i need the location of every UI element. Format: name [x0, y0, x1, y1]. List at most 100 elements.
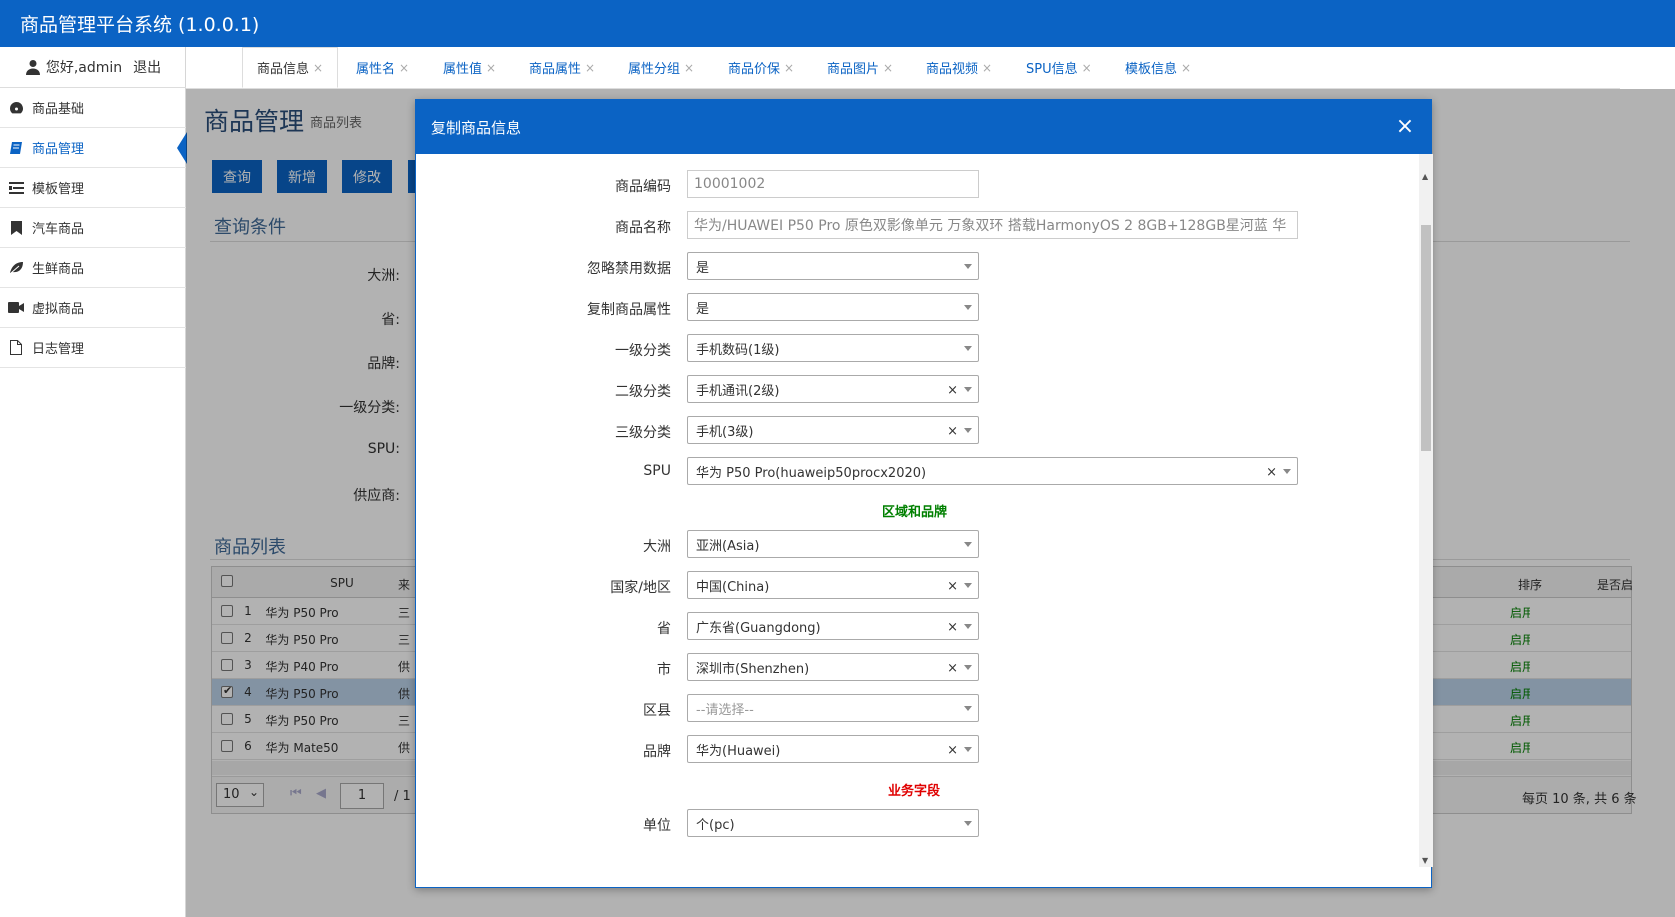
label-cat3: 三级分类 — [615, 425, 671, 441]
sidebar-item-label: 虚拟商品 — [32, 302, 85, 317]
tab-goods-video[interactable]: 商品视频 × — [926, 47, 992, 88]
copy-goods-dialog: 复制商品信息 × 商品编码 10001002 商品名称 华为/HUAWEI P5… — [415, 99, 1433, 888]
brand-select[interactable]: 华为(Huawei) × — [687, 735, 979, 763]
sidebar-item-virtual-goods[interactable]: 虚拟商品 — [0, 288, 186, 328]
close-icon[interactable]: × — [1082, 61, 1092, 75]
continent-select[interactable]: 亚洲(Asia) — [687, 530, 979, 558]
cat2-select[interactable]: 手机通讯(2级) × — [687, 375, 979, 403]
scrollbar-thumb[interactable] — [1421, 225, 1431, 451]
tab-template-info[interactable]: 模板信息 × — [1125, 47, 1191, 88]
cat1-select[interactable]: 手机数码(1级) — [687, 334, 979, 362]
select-value: 中国(China) — [696, 579, 770, 595]
clear-icon[interactable]: × — [947, 620, 958, 635]
dialog-body: 商品编码 10001002 商品名称 华为/HUAWEI P50 Pro 原色双… — [416, 154, 1419, 867]
tab-label: 商品图片 — [827, 62, 880, 77]
sidebar-item-goods-base[interactable]: 商品基础 — [0, 88, 186, 128]
province-select[interactable]: 广东省(Guangdong) × — [687, 612, 979, 640]
label-spu: SPU — [643, 463, 671, 479]
tab-attr-name[interactable]: 属性名 × — [356, 47, 409, 88]
unit-select[interactable]: 个(pc) — [687, 809, 979, 837]
close-icon[interactable]: × — [313, 61, 323, 75]
select-value: 手机通讯(2级) — [696, 383, 780, 399]
bookmark-icon — [8, 220, 24, 235]
dropdown-arrow-icon — [964, 747, 972, 752]
tab-label: 商品视频 — [926, 62, 979, 77]
dropdown-arrow-icon — [964, 264, 972, 269]
select-value: 是 — [696, 260, 710, 276]
sidebar-item-label: 商品基础 — [32, 102, 85, 117]
file-icon — [8, 340, 24, 355]
goods-name-input[interactable]: 华为/HUAWEI P50 Pro 原色双影像单元 万象双环 搭载Harmony… — [687, 211, 1298, 239]
dashboard-icon — [8, 101, 24, 115]
scroll-up-icon[interactable]: ▲ — [1422, 172, 1428, 181]
close-icon[interactable]: × — [1181, 61, 1191, 75]
clear-icon[interactable]: × — [947, 383, 958, 398]
ignore-disabled-select[interactable]: 是 — [687, 252, 979, 280]
dropdown-arrow-icon — [964, 706, 972, 711]
user-icon — [25, 60, 40, 75]
tab-bar: 商品信息 × 属性名 × 属性值 × 商品属性 × 属性分组 × 商品价保 × 商品图片 × … — [186, 47, 1675, 89]
select-value: 亚洲(Asia) — [696, 538, 760, 554]
tab-label: 模板信息 — [1125, 62, 1178, 77]
scroll-down-icon[interactable]: ▼ — [1422, 856, 1428, 865]
label-cat2: 二级分类 — [615, 384, 671, 400]
tab-label: 商品属性 — [529, 62, 582, 77]
label-city: 市 — [657, 662, 671, 678]
sidebar-item-log-manage[interactable]: 日志管理 — [0, 328, 186, 368]
spu-select[interactable]: 华为 P50 Pro(huaweip50procx2020) × — [687, 457, 1298, 485]
cat3-select[interactable]: 手机(3级) × — [687, 416, 979, 444]
close-icon[interactable]: × — [784, 61, 794, 75]
select-value: 手机(3级) — [696, 424, 754, 440]
tab-attr-group[interactable]: 属性分组 × — [628, 47, 694, 88]
tab-goods-info[interactable]: 商品信息 × — [242, 47, 339, 88]
logout-link[interactable]: 退出 — [133, 57, 161, 77]
label-unit: 单位 — [643, 818, 671, 834]
tab-label: 属性值 — [443, 62, 483, 77]
city-select[interactable]: 深圳市(Shenzhen) × — [687, 653, 979, 681]
tab-goods-image[interactable]: 商品图片 × — [827, 47, 893, 88]
select-value: 是 — [696, 301, 710, 317]
tab-label: 属性名 — [356, 62, 396, 77]
dropdown-arrow-icon — [964, 305, 972, 310]
dropdown-arrow-icon — [964, 624, 972, 629]
close-icon[interactable]: × — [883, 61, 893, 75]
sidebar-item-label: 生鲜商品 — [32, 262, 85, 277]
district-select[interactable]: --请选择-- — [687, 694, 979, 722]
copy-attrs-select[interactable]: 是 — [687, 293, 979, 321]
tab-goods-attr[interactable]: 商品属性 × — [529, 47, 595, 88]
sidebar-item-fresh-goods[interactable]: 生鲜商品 — [0, 248, 186, 288]
close-icon[interactable]: × — [982, 61, 992, 75]
tab-attr-value[interactable]: 属性值 × — [443, 47, 496, 88]
section-region-brand: 区域和品牌 — [882, 505, 948, 520]
clear-icon[interactable]: × — [1266, 465, 1277, 480]
dropdown-arrow-icon — [964, 428, 972, 433]
tab-spu-info[interactable]: SPU信息 × — [1026, 47, 1092, 88]
close-icon[interactable]: × — [486, 61, 496, 75]
clear-icon[interactable]: × — [947, 424, 958, 439]
tab-label: 商品信息 — [257, 62, 310, 77]
close-icon[interactable]: × — [585, 61, 595, 75]
tab-price-protect[interactable]: 商品价保 × — [728, 47, 794, 88]
select-value: 手机数码(1级) — [696, 342, 780, 358]
tab-label: 商品价保 — [728, 62, 781, 77]
tab-label: SPU信息 — [1026, 62, 1078, 77]
close-icon[interactable]: × — [684, 61, 694, 75]
sidebar-item-car-goods[interactable]: 汽车商品 — [0, 208, 186, 248]
user-bar: 您好,admin 退出 — [0, 47, 186, 88]
dialog-title: 复制商品信息 — [431, 119, 522, 137]
clear-icon[interactable]: × — [947, 743, 958, 758]
country-select[interactable]: 中国(China) × — [687, 571, 979, 599]
dropdown-arrow-icon — [964, 387, 972, 392]
close-icon[interactable]: × — [1394, 116, 1416, 138]
clear-icon[interactable]: × — [947, 661, 958, 676]
clear-icon[interactable]: × — [947, 579, 958, 594]
close-icon[interactable]: × — [399, 61, 409, 75]
section-business-fields: 业务字段 — [888, 784, 941, 799]
sidebar-item-template-manage[interactable]: 模板管理 — [0, 168, 186, 208]
dialog-header: 复制商品信息 × — [416, 100, 1431, 154]
dropdown-arrow-icon — [964, 583, 972, 588]
sidebar-item-goods-manage[interactable]: 商品管理 — [0, 128, 187, 168]
sidebar-item-label: 模板管理 — [32, 182, 85, 197]
goods-code-input[interactable]: 10001002 — [687, 170, 979, 198]
dropdown-arrow-icon — [1283, 469, 1291, 474]
